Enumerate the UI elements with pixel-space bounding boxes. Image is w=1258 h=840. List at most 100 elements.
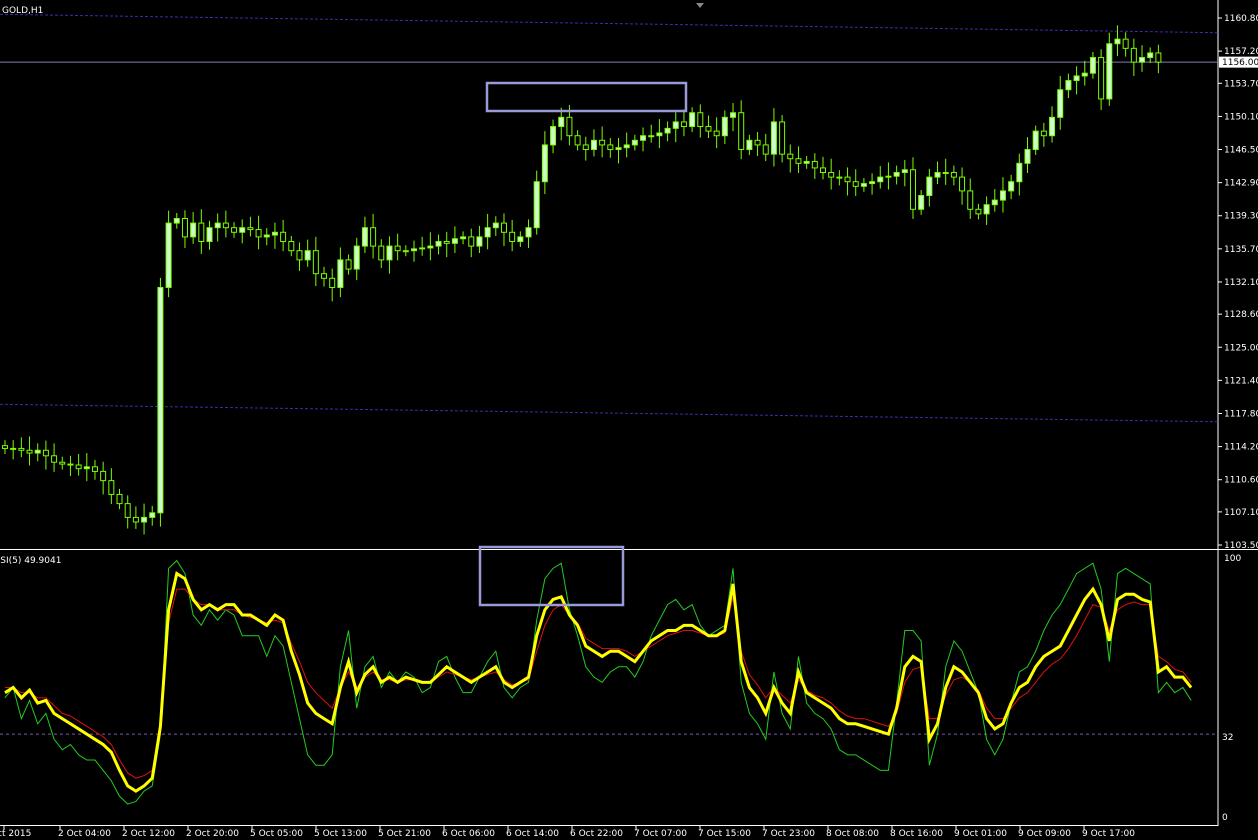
candle-body [124,503,131,518]
candle-body [10,447,17,450]
time-tick-label: 6 Oct 14:00 [506,829,559,839]
candle-body [402,250,409,253]
candle-body [795,158,802,164]
candle-body [100,470,107,482]
candle-body [476,236,483,247]
time-tick-label: 7 Oct 23:00 [762,829,815,839]
candle-body [443,240,450,244]
candle-body [942,172,949,175]
candle-body [1049,116,1056,137]
candle-body [1032,130,1039,151]
candle-body [811,160,818,169]
candle-body [394,245,401,252]
candle-body [321,273,328,279]
price-tick-label: 1121.40 [1224,376,1258,386]
candle-body [280,231,287,242]
candle-body [1040,130,1047,137]
candle-body [680,121,687,128]
candle-body [157,286,164,514]
candle-body [271,231,278,236]
candle-body [934,172,941,178]
candle-body [926,176,933,197]
candle-body [517,236,524,242]
candle-body [860,183,867,187]
candle-body [746,139,753,151]
candle-body [607,144,614,151]
candle-body [67,463,74,466]
time-tick-label: 9 Oct 17:00 [1082,829,1135,839]
candle-body [713,130,720,137]
candle-body [623,144,630,149]
candle-body [721,116,728,137]
candle-body [754,139,761,146]
candle-body [26,449,33,454]
candle-body [820,167,826,174]
candle-body [34,449,41,454]
candle-body [18,447,25,451]
rsi-level-100-label: 100 [1224,554,1241,564]
candle-body [165,222,172,288]
candle-body [1016,162,1023,183]
time-tick-label: 8 Oct 08:00 [826,829,879,839]
price-tick-label: 1125.00 [1224,343,1258,353]
rsi-level-0-label: 0 [1222,813,1228,823]
candle-body [263,234,270,238]
time-tick-label: 7 Oct 07:00 [634,829,687,839]
chart-background [0,0,1258,840]
candle-body [1073,75,1080,82]
candle-body [1024,149,1031,164]
candle-body [1098,57,1105,100]
candle-body [909,169,916,210]
candle-body [959,176,966,192]
price-tick-label: 1132.10 [1224,278,1258,288]
candle-body [509,231,516,242]
candle-body [1081,72,1088,77]
candle-body [312,250,319,275]
candle-body [141,516,148,523]
candle-body [615,147,622,151]
candle-body [640,135,647,141]
time-tick-label: 5 Oct 21:00 [378,829,431,839]
candle-body [1057,89,1064,118]
candle-body [75,464,82,470]
candle-body [689,112,696,128]
candle-body [566,116,573,137]
candle-body [296,250,303,261]
candle-body [288,240,295,252]
time-tick-label: 9 Oct 01:00 [954,829,1007,839]
candle-body [697,112,704,128]
price-tick-label: 1142.90 [1224,179,1258,189]
candle-body [525,227,532,238]
candle-body [1114,38,1121,45]
candle-body [558,116,565,128]
candle-body [762,144,769,155]
candle-body [787,153,794,160]
candle-body [975,208,982,215]
price-tick-label: 1153.70 [1224,79,1258,89]
candle-body [1130,47,1137,63]
time-tick-label: 7 Oct 15:00 [698,829,751,839]
candle-body [198,222,205,242]
candle-body [190,222,197,238]
candle-body [42,449,49,457]
candle-body [361,227,368,247]
candle-body [656,132,663,137]
candle-body [386,245,393,261]
trading-chart[interactable]: GOLD,H1 1160.80 1157.20 1153.70 1150.10 1146… [0,0,1258,840]
candle-body [1147,52,1154,59]
candle-body [370,227,377,247]
candle-body [484,227,491,238]
rsi-label: RSI(5) 49.9041 [0,556,61,566]
price-tick-label: 1117.80 [1224,409,1258,419]
candle-body [108,480,115,495]
candle-body [828,172,835,178]
candle-body [648,135,655,138]
time-tick-label: 6 Oct 22:00 [570,829,623,839]
candle-body [181,217,188,238]
candle-body [705,126,712,132]
candle-body [869,181,876,185]
candle-body [533,181,540,229]
price-tick-label: 1139.30 [1224,212,1258,222]
price-tick-label: 1150.10 [1224,112,1258,122]
time-tick-label: 5 Oct 13:00 [314,829,367,839]
